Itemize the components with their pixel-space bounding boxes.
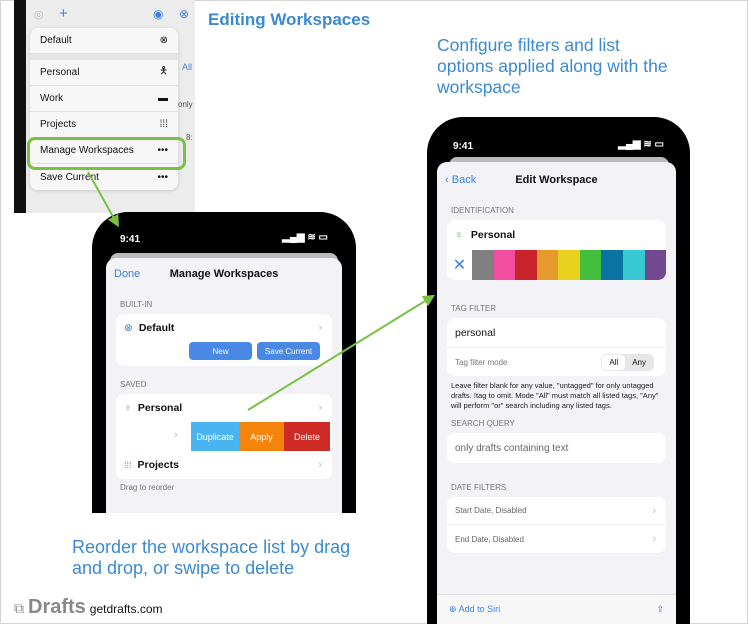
arrows xyxy=(87,171,436,411)
arrow-to-manage xyxy=(87,171,119,228)
arrow-to-edit xyxy=(247,294,436,411)
